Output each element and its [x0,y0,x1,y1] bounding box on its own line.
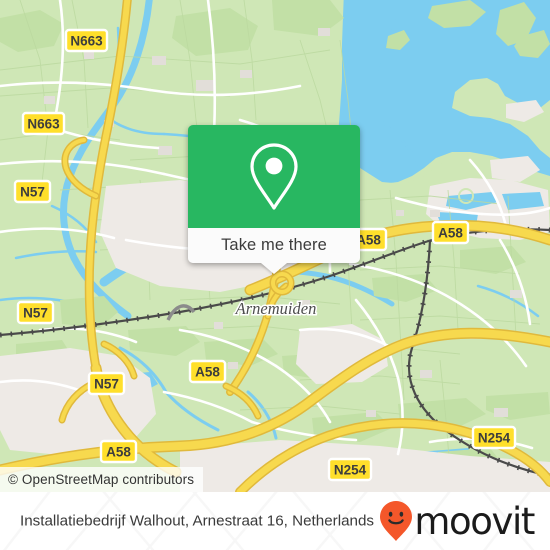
road-shield-n57-c: N57 [87,371,126,396]
svg-text:A58: A58 [106,445,131,460]
moovit-logo[interactable]: moovit [379,499,535,543]
moovit-wordmark: moovit [414,499,535,543]
svg-text:N57: N57 [20,185,45,200]
svg-text:N57: N57 [23,306,48,321]
svg-text:A58: A58 [195,365,220,380]
road-shield-n254-b: N254 [471,425,517,450]
moovit-pin-icon [380,501,413,541]
footer-bar: Installatiebedrijf Walhout, Arnestraat 1… [0,492,550,550]
take-me-there-card[interactable]: Take me there [188,125,360,274]
card-icon-area [188,125,360,228]
moovit-map-page: Arnemuiden N663 N663 N57 N57 N57 A58 A58… [0,0,550,550]
map-pin-icon [250,142,298,210]
take-me-there-label: Take me there [221,236,327,254]
svg-text:N57: N57 [94,377,119,392]
svg-text:N254: N254 [334,463,367,478]
location-address: Installatiebedrijf Walhout, Arnestraat 1… [20,512,375,530]
road-shield-n57-a: N57 [13,179,52,204]
osm-attribution[interactable]: © OpenStreetMap contributors [0,467,204,492]
road-shield-a58-d: A58 [431,220,470,245]
road-shield-n663-b: N663 [21,111,66,136]
card-pointer-triangle [261,263,287,274]
card-action-area[interactable]: Take me there [188,228,360,274]
road-shield-a58-a: A58 [188,359,227,384]
svg-text:N663: N663 [27,117,60,132]
road-shield-n254-a: N254 [327,457,373,482]
svg-text:N663: N663 [70,34,103,49]
svg-text:N254: N254 [478,431,511,446]
svg-text:A58: A58 [438,226,463,241]
road-shield-n57-b: N57 [16,300,55,325]
road-shield-a58-b: A58 [99,439,138,464]
road-shield-n663-a: N663 [64,28,109,53]
osm-attribution-text: © OpenStreetMap contributors [8,472,195,487]
